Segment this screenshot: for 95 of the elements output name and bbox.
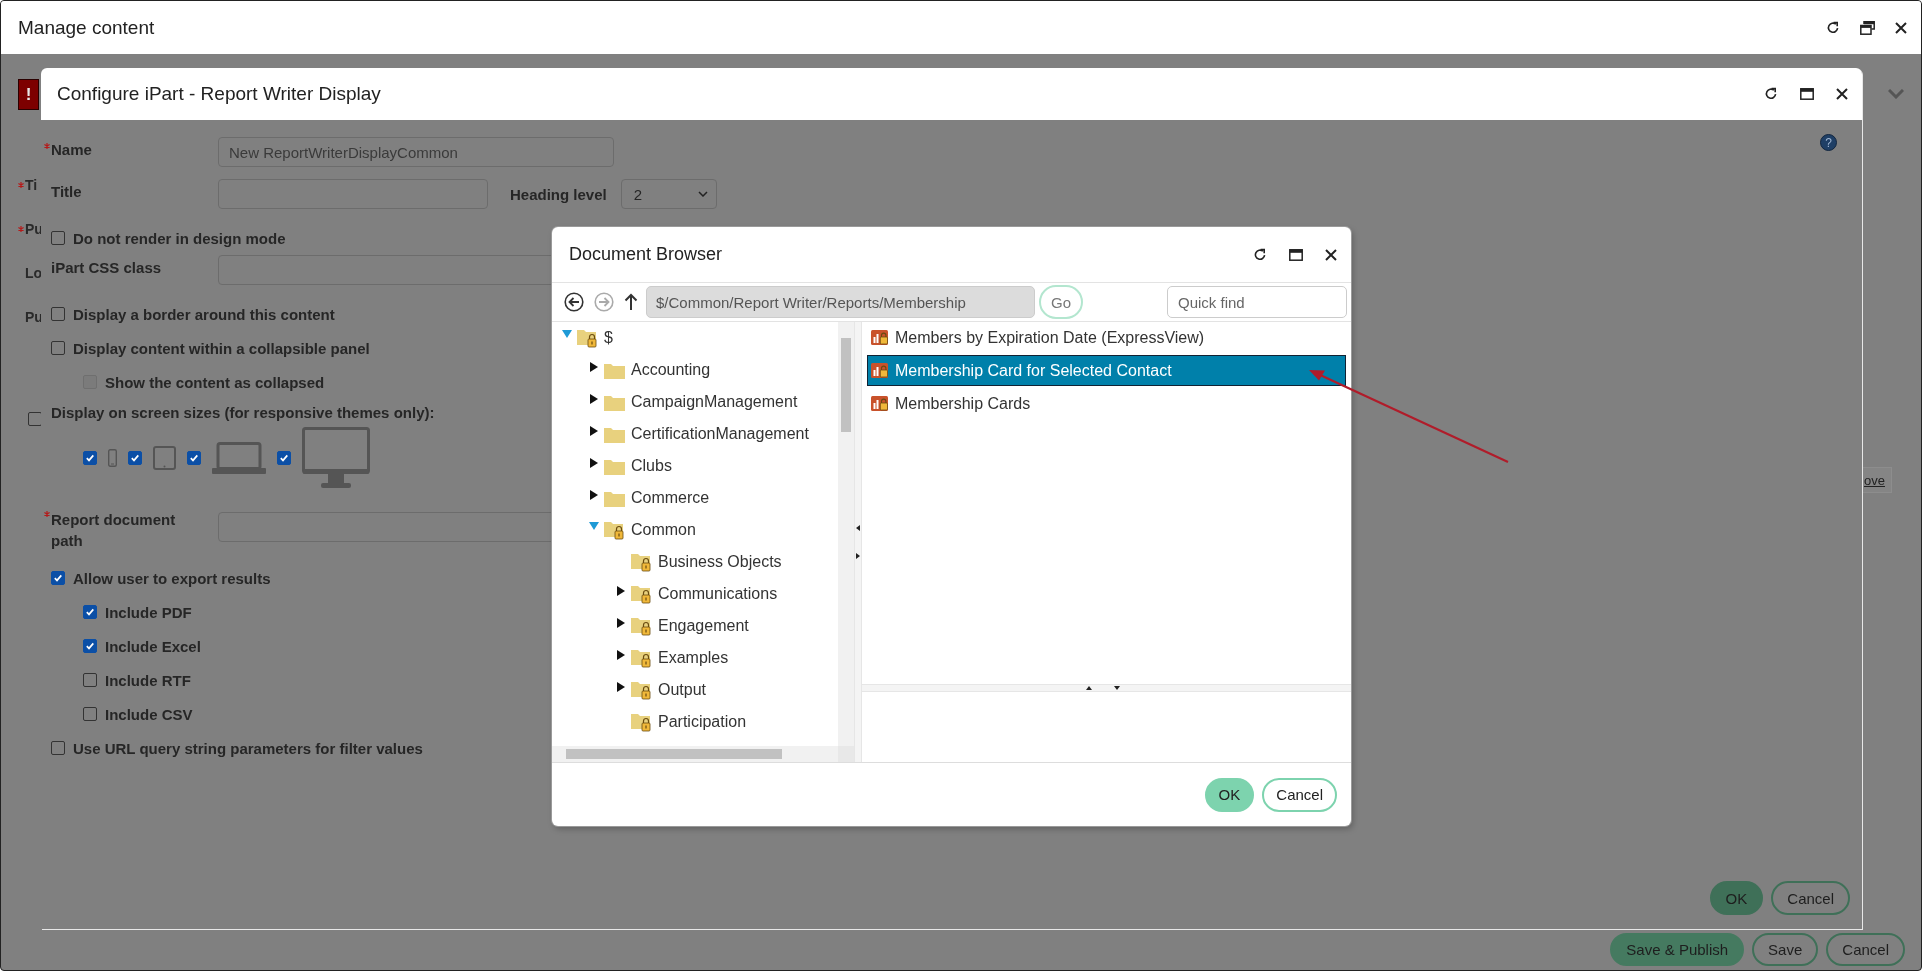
- collapsed-icon[interactable]: [590, 362, 598, 372]
- cancel-button[interactable]: Cancel: [1771, 881, 1850, 915]
- close-icon[interactable]: [1895, 21, 1907, 34]
- file-item[interactable]: Members by Expiration Date (ExpressView): [867, 322, 1346, 353]
- report-icon: [871, 329, 890, 346]
- checkbox-label: Display content within a collapsible panel: [73, 339, 370, 357]
- alert-icon: !: [18, 79, 39, 110]
- field-label: Title: [51, 183, 82, 200]
- tree-item[interactable]: Communications: [658, 585, 778, 603]
- checkbox-label: Include RTF: [105, 671, 191, 689]
- up-arrow-icon[interactable]: [624, 293, 638, 311]
- checkbox[interactable]: [83, 639, 97, 653]
- checkbox[interactable]: [277, 451, 291, 465]
- vertical-scrollbar[interactable]: [838, 322, 854, 746]
- quick-find-field[interactable]: Quick find: [1167, 286, 1347, 318]
- checkbox[interactable]: [187, 451, 201, 465]
- dialog-title: Configure iPart - Report Writer Display: [57, 83, 382, 105]
- tree-item[interactable]: Common: [631, 521, 696, 539]
- collapsed-icon[interactable]: [617, 586, 625, 596]
- checkbox[interactable]: [51, 341, 65, 355]
- tree-item[interactable]: CertificationManagement: [631, 425, 809, 443]
- help-button[interactable]: ?: [1820, 134, 1837, 151]
- monitor-icon: [302, 427, 370, 489]
- close-icon[interactable]: [1325, 248, 1337, 261]
- file-item[interactable]: Membership Cards: [867, 388, 1346, 419]
- save-button[interactable]: Save: [1752, 933, 1819, 966]
- tree-item[interactable]: Commerce: [631, 489, 710, 507]
- checkbox-label: Allow user to export results: [73, 569, 271, 587]
- dialog-title: Document Browser: [569, 244, 724, 265]
- expanded-icon[interactable]: [589, 522, 599, 530]
- checkbox[interactable]: [128, 451, 142, 465]
- checkbox-label: Do not render in design mode: [73, 229, 286, 247]
- close-icon[interactable]: [1836, 88, 1848, 100]
- checkbox[interactable]: [83, 673, 97, 687]
- checkbox[interactable]: [83, 605, 97, 619]
- cancel-button[interactable]: Cancel: [1262, 777, 1337, 812]
- report-icon: [871, 362, 890, 379]
- collapsed-icon[interactable]: [617, 650, 625, 660]
- cancel-button[interactable]: Cancel: [1826, 933, 1905, 966]
- checkbox-label: Include Excel: [105, 637, 201, 655]
- checkbox-label: Include PDF: [105, 603, 192, 621]
- splitter-arrows-icon[interactable]: [855, 525, 861, 559]
- checkbox-label: Show the content as collapsed: [105, 373, 325, 391]
- tree-item[interactable]: Business Objects: [658, 553, 782, 571]
- refresh-icon[interactable]: [1826, 20, 1840, 35]
- restore-icon[interactable]: [1860, 20, 1875, 35]
- collapsed-icon[interactable]: [590, 458, 598, 468]
- checkbox-label: Include CSV: [105, 705, 193, 723]
- collapsed-icon[interactable]: [617, 618, 625, 628]
- tree-item[interactable]: Engagement: [658, 617, 749, 635]
- checkbox[interactable]: [51, 307, 65, 321]
- laptop-icon: [212, 442, 266, 474]
- checkbox[interactable]: [83, 451, 97, 465]
- tree-item[interactable]: Examples: [658, 649, 729, 667]
- collapsed-icon[interactable]: [590, 490, 598, 500]
- caret-icon: [697, 191, 708, 197]
- collapsed-icon[interactable]: [617, 682, 625, 692]
- collapsed-icon[interactable]: [590, 426, 598, 436]
- collapsed-icon[interactable]: [590, 394, 598, 404]
- tree-item[interactable]: Output: [658, 681, 707, 699]
- tree-item[interactable]: Participation: [658, 713, 747, 731]
- checkbox[interactable]: [51, 571, 65, 585]
- ok-button[interactable]: OK: [1204, 777, 1255, 812]
- checkbox[interactable]: [83, 707, 97, 721]
- horizontal-scrollbar[interactable]: [552, 746, 838, 762]
- tablet-icon: [153, 446, 176, 470]
- maximize-icon[interactable]: [1800, 88, 1814, 100]
- maximize-icon[interactable]: [1289, 248, 1303, 261]
- file-item[interactable]: Membership Card for Selected Contact: [867, 355, 1346, 386]
- phone-icon: [108, 449, 117, 467]
- heading-level-select[interactable]: 2: [620, 179, 717, 209]
- field-label: Lo: [25, 264, 43, 281]
- window-title: Manage content: [18, 16, 156, 39]
- back-icon[interactable]: [564, 292, 584, 312]
- tree-item[interactable]: Accounting: [631, 361, 711, 379]
- checkbox-label: Display a border around this content: [73, 305, 335, 323]
- tree-item[interactable]: $: [604, 329, 613, 347]
- expanded-icon[interactable]: [562, 330, 572, 338]
- splitter-arrows-icon[interactable]: [1085, 685, 1120, 691]
- section-label: Display on screen sizes (for responsive themes only):: [51, 403, 435, 421]
- field-label: Name: [51, 141, 92, 158]
- field-label: Report document path: [51, 510, 177, 551]
- field-label: Heading level: [510, 185, 607, 203]
- field-label: iPart CSS class: [51, 259, 162, 276]
- path-field[interactable]: $/Common/Report Writer/Reports/Membership: [646, 286, 1035, 318]
- tree-item[interactable]: CampaignManagement: [631, 393, 798, 411]
- go-button[interactable]: Go: [1039, 285, 1083, 319]
- tree-item[interactable]: Clubs: [631, 457, 672, 475]
- checkbox[interactable]: [51, 231, 65, 245]
- field-label: Ti: [25, 176, 38, 193]
- checkbox-label: Use URL query string parameters for filter values: [73, 739, 423, 757]
- checkbox[interactable]: [51, 741, 65, 755]
- report-icon: [871, 395, 890, 412]
- refresh-icon[interactable]: [1764, 87, 1778, 101]
- refresh-icon[interactable]: [1253, 247, 1267, 262]
